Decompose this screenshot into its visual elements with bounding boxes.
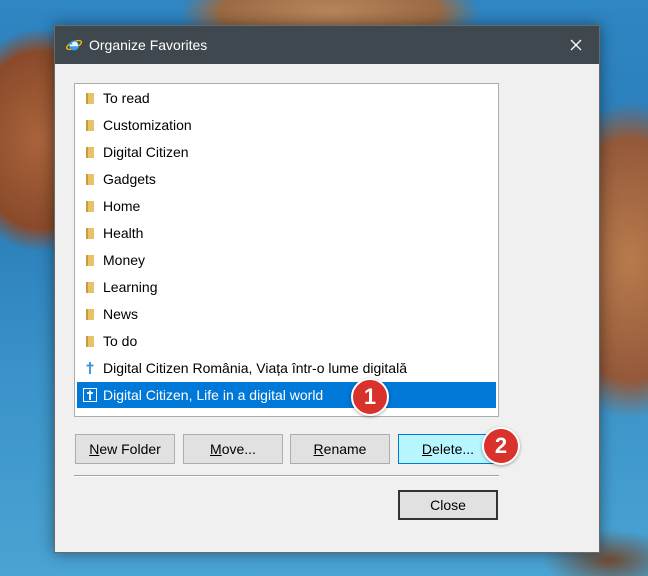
folder-icon [86, 174, 94, 185]
list-item-label: Health [103, 225, 144, 241]
list-item-label: Digital Citizen România, Viața într-o lu… [103, 360, 407, 376]
divider [74, 475, 499, 477]
list-item-label: Digital Citizen, Life in a digital world [103, 387, 324, 403]
close-icon [570, 39, 582, 51]
close-window-button[interactable] [553, 26, 599, 64]
list-item[interactable]: News [77, 301, 496, 327]
folder-icon [86, 228, 94, 239]
window-title: Organize Favorites [89, 37, 208, 53]
list-item[interactable]: Health [77, 220, 496, 246]
list-item[interactable]: Learning [77, 274, 496, 300]
internet-explorer-icon [65, 39, 83, 51]
list-item-label: News [103, 306, 139, 322]
list-item-label: To read [103, 90, 150, 106]
step-1-callout: 1 [351, 378, 389, 416]
title-bar[interactable]: Organize Favorites [55, 26, 599, 64]
folder-icon [86, 336, 94, 347]
folder-icon [86, 309, 94, 320]
folder-icon [86, 147, 94, 158]
list-item-label: Digital Citizen [103, 144, 189, 160]
list-item[interactable]: Digital Citizen [77, 139, 496, 165]
list-item[interactable]: Digital Citizen România, Viața într-o lu… [77, 355, 496, 381]
list-item-label: Gadgets [103, 171, 156, 187]
list-item[interactable]: To do [77, 328, 496, 354]
folder-icon [86, 120, 94, 131]
site-favicon-icon [86, 362, 94, 374]
organize-favorites-dialog: Organize Favorites To read Customization… [54, 25, 600, 553]
list-item-label: Learning [103, 279, 158, 295]
folder-icon [86, 282, 94, 293]
list-item-label: Money [103, 252, 146, 268]
list-item[interactable]: Home [77, 193, 496, 219]
list-item[interactable]: To read [77, 85, 496, 111]
site-favicon-icon [83, 388, 97, 402]
list-item[interactable]: Gadgets [77, 166, 496, 192]
folder-icon [86, 93, 94, 104]
favorites-list[interactable]: To read Customization Digital Citizen Ga… [74, 83, 499, 417]
close-button[interactable]: Close [398, 490, 498, 520]
move-button[interactable]: Move... [183, 434, 283, 464]
list-item[interactable]: Money [77, 247, 496, 273]
new-folder-button[interactable]: New Folder [75, 434, 175, 464]
folder-icon [86, 201, 94, 212]
list-item[interactable]: Customization [77, 112, 496, 138]
list-item-label: Customization [103, 117, 192, 133]
list-item-label: Home [103, 198, 141, 214]
list-item-label: To do [103, 333, 138, 349]
list-item-selected[interactable]: Digital Citizen, Life in a digital world [77, 382, 496, 408]
step-2-callout: 2 [482, 427, 520, 465]
rename-button[interactable]: Rename [290, 434, 390, 464]
folder-icon [86, 255, 94, 266]
